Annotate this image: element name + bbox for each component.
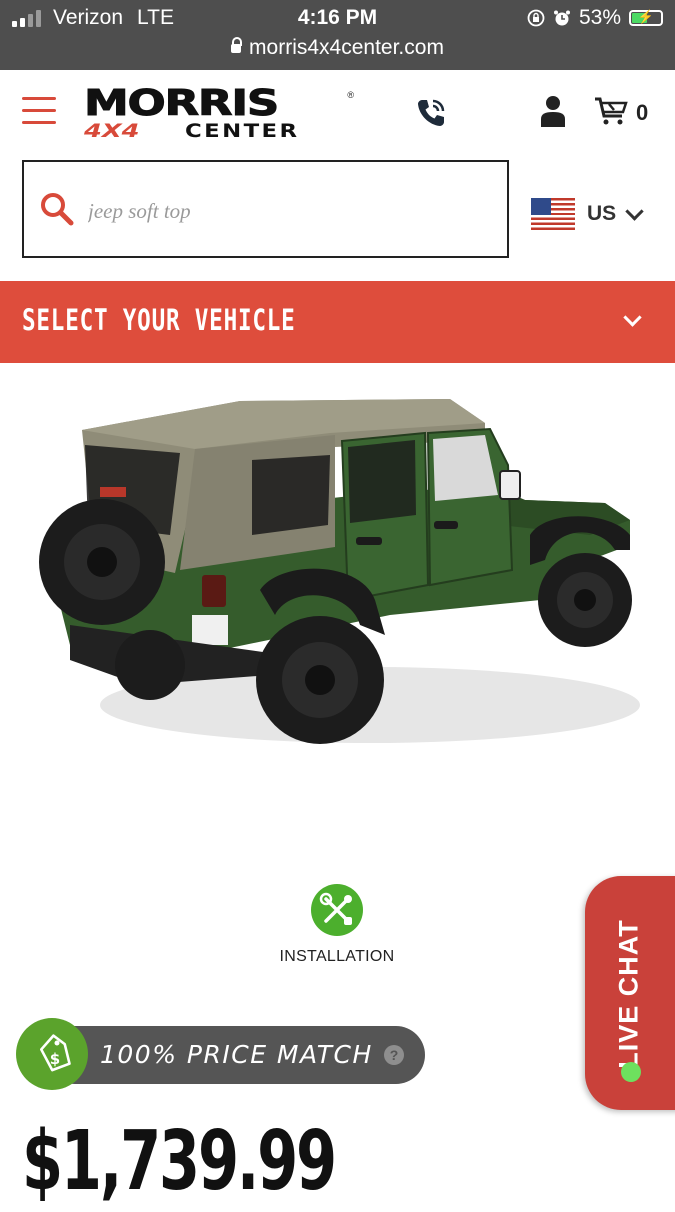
- alarm-icon: [553, 10, 570, 26]
- phone-icon[interactable]: [414, 96, 448, 130]
- search-box: [22, 160, 509, 258]
- price-match-banner[interactable]: $ 100% PRICE MATCH ?: [16, 1018, 426, 1090]
- region-label: US: [587, 202, 617, 225]
- chevron-down-icon: [623, 308, 642, 327]
- help-icon[interactable]: ?: [384, 1045, 404, 1065]
- cart-count: 0: [636, 100, 649, 125]
- product-price: $1,739.99: [22, 1114, 337, 1209]
- live-chat-label: LIVE CHAT: [613, 919, 644, 1069]
- product-image[interactable]: [30, 385, 645, 775]
- live-chat-button[interactable]: LIVE CHAT: [585, 876, 675, 1110]
- cart-icon[interactable]: [594, 96, 628, 126]
- us-flag-icon: [531, 198, 575, 230]
- search-icon[interactable]: [40, 192, 74, 226]
- svg-text:$: $: [50, 1050, 60, 1068]
- price-tag-icon: $: [16, 1018, 88, 1090]
- url-text: morris4x4center.com: [249, 36, 444, 59]
- battery-icon: ⚡: [629, 9, 663, 26]
- status-icons: 53% ⚡: [527, 6, 663, 30]
- logo-center: CENTER: [185, 120, 300, 142]
- chevron-down-icon: [625, 201, 644, 221]
- rotation-lock-icon: [527, 9, 545, 27]
- site-header: MORRIS 4X4 CENTER ® 0: [0, 70, 675, 155]
- price-match-label: 100% PRICE MATCH: [100, 1040, 373, 1069]
- select-vehicle-label: SELECT YOUR VEHICLE: [22, 303, 296, 337]
- search-input[interactable]: [86, 190, 490, 232]
- region-selector[interactable]: US: [531, 196, 644, 232]
- account-icon[interactable]: [540, 95, 566, 127]
- installation-info[interactable]: INSTALLATION: [276, 884, 398, 966]
- tools-icon: [311, 884, 363, 936]
- select-vehicle-bar[interactable]: SELECT YOUR VEHICLE: [0, 281, 675, 363]
- logo-wordmark: MORRIS: [83, 83, 280, 124]
- installation-label: INSTALLATION: [279, 948, 395, 965]
- menu-button[interactable]: [22, 97, 56, 125]
- site-logo[interactable]: MORRIS 4X4 CENTER ®: [83, 85, 354, 141]
- battery-percent: 53%: [578, 6, 621, 29]
- status-bar: Verizon LTE 4:16 PM 53% ⚡ morris4x4cente…: [0, 0, 675, 70]
- address-bar[interactable]: morris4x4center.com: [0, 36, 675, 60]
- online-status-dot: [621, 1062, 641, 1082]
- registered-mark: ®: [347, 90, 354, 100]
- lock-icon: [231, 36, 243, 53]
